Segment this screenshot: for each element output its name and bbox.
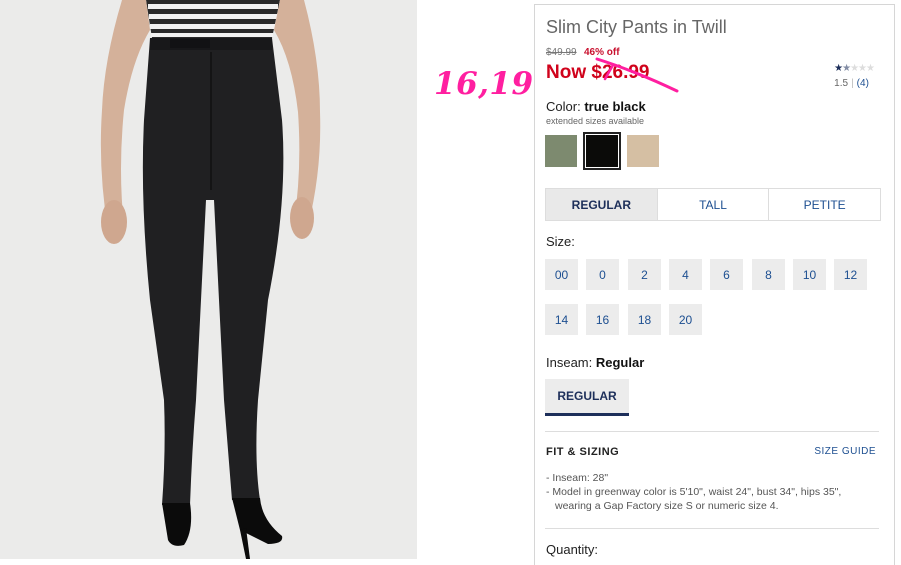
- rating-summary[interactable]: ★★★★★ 1.5 | (4): [834, 63, 875, 89]
- size-button-16[interactable]: 16: [586, 304, 619, 335]
- selected-color-name: true black: [584, 99, 646, 114]
- size-button-18[interactable]: 18: [628, 304, 661, 335]
- tab-petite[interactable]: PETITE: [768, 189, 880, 220]
- fit-sizing-title: FIT & SIZING: [546, 446, 620, 458]
- size-button-00[interactable]: 00: [545, 259, 578, 290]
- divider: [545, 431, 879, 432]
- price-annotation: 16,19: [434, 66, 534, 102]
- size-button-0[interactable]: 0: [586, 259, 619, 290]
- tab-regular[interactable]: REGULAR: [546, 189, 657, 220]
- rating-meta: 1.5 | (4): [834, 78, 869, 89]
- size-button-10[interactable]: 10: [793, 259, 826, 290]
- size-button-2[interactable]: 2: [628, 259, 661, 290]
- inseam-regular-button[interactable]: REGULAR: [545, 379, 629, 416]
- product-title: Slim City Pants in Twill: [546, 17, 727, 37]
- size-label: Size:: [546, 234, 575, 249]
- swatch-true-black[interactable]: [583, 132, 621, 170]
- size-button-14[interactable]: 14: [545, 304, 578, 335]
- rating-value: 1.5: [834, 78, 849, 89]
- extended-sizes-note: extended sizes available: [546, 116, 645, 126]
- star-rating-icon: ★★★★★: [834, 63, 875, 74]
- tab-tall[interactable]: TALL: [656, 189, 769, 220]
- fit-tabs: REGULAR TALL PETITE: [545, 188, 881, 221]
- original-price: $49.99: [546, 47, 577, 58]
- fit-detail-item: - Inseam: 28": [546, 472, 609, 484]
- quantity-label: Quantity:: [546, 542, 599, 557]
- color-label: Color:: [546, 99, 581, 114]
- size-guide-link[interactable]: SIZE GUIDE: [814, 446, 876, 457]
- product-image[interactable]: [0, 0, 417, 559]
- fit-detail-item: - Model in greenway color is 5'10", wais…: [546, 486, 842, 512]
- swatch-khaki[interactable]: [627, 135, 659, 167]
- model-photo-illustration: [0, 0, 417, 559]
- color-selection: Color: true black: [546, 99, 646, 114]
- product-details-panel: Slim City Pants in Twill $49.99 46% off …: [534, 4, 895, 565]
- fit-sizing-details: - Inseam: 28" - Model in greenway color …: [546, 471, 876, 513]
- divider: [545, 528, 879, 529]
- size-button-6[interactable]: 6: [710, 259, 743, 290]
- color-swatches: [545, 132, 659, 170]
- selected-inseam: Regular: [595, 355, 645, 370]
- size-button-20[interactable]: 20: [669, 304, 702, 335]
- handwritten-strike-mark: [595, 57, 679, 93]
- swatch-greenway[interactable]: [545, 135, 577, 167]
- inseam-label: Inseam:: [546, 355, 593, 370]
- review-count-link[interactable]: (4): [857, 78, 869, 89]
- size-button-12[interactable]: 12: [834, 259, 867, 290]
- inseam-selection: Inseam: Regular: [546, 355, 644, 370]
- size-button-4[interactable]: 4: [669, 259, 702, 290]
- size-button-8[interactable]: 8: [752, 259, 785, 290]
